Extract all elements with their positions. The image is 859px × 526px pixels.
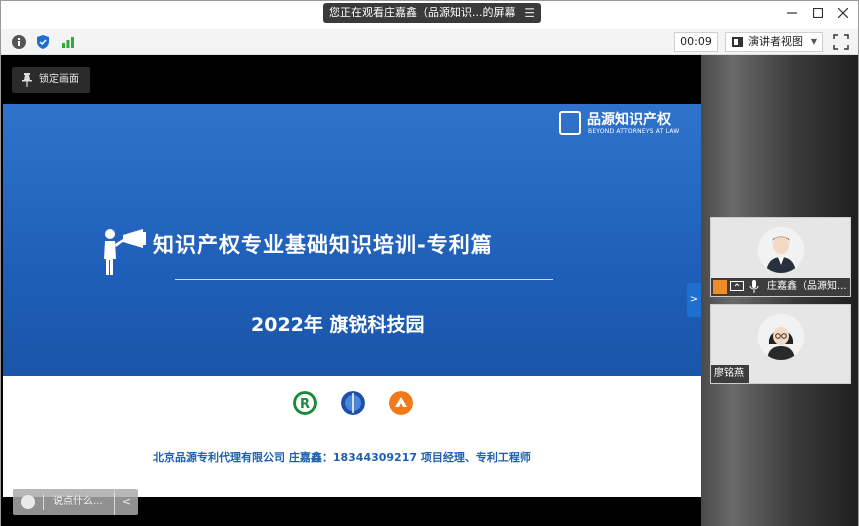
logo-mark-icon <box>559 111 581 135</box>
emoji-icon[interactable] <box>21 495 35 509</box>
meeting-timer: 00:09 <box>674 32 718 52</box>
collapse-panel-button[interactable]: > <box>687 283 701 317</box>
close-button[interactable] <box>833 5 853 25</box>
lock-view-button[interactable]: 锁定画面 <box>12 67 90 93</box>
comment-divider <box>43 494 44 510</box>
meeting-window: 您正在观看庄嘉鑫（品源知识...的屏幕 ☰ 00:09 演讲者视图 ▼ 锁定画面… <box>0 0 859 526</box>
partner-logos: R <box>293 391 423 419</box>
info-icon[interactable] <box>11 34 27 50</box>
shield-icon[interactable] <box>35 34 51 50</box>
maximize-button[interactable] <box>808 5 828 25</box>
avatar <box>758 314 804 360</box>
participant-name-strip: 廖铭燕 <box>711 365 749 383</box>
title-divider <box>175 279 553 280</box>
slide-header-band: 品源知识产权 BEYOND ATTORNEYS AT LAW 知识产权专业基础知… <box>3 104 701 376</box>
r-logo-icon: R <box>293 391 317 415</box>
pin-icon <box>22 73 32 87</box>
sharing-text: 您正在观看庄嘉鑫（品源知识...的屏幕 <box>329 6 516 19</box>
slide-title: 知识产权专业基础知识培训-专利篇 <box>153 233 493 257</box>
host-icon <box>713 280 727 294</box>
participant-name-strip: 庄嘉鑫（品源知... <box>711 278 850 296</box>
participant-name: 庄嘉鑫（品源知... <box>767 281 847 292</box>
participant-tile[interactable]: 庄嘉鑫（品源知... <box>710 217 851 297</box>
minimize-button[interactable] <box>782 5 802 25</box>
presenter-figure-icon <box>104 229 146 275</box>
minimize-icon <box>787 12 797 14</box>
fullscreen-icon[interactable] <box>833 34 849 50</box>
arrow-logo-icon <box>389 391 413 415</box>
maximize-icon <box>812 7 824 19</box>
toolbar: 00:09 演讲者视图 ▼ <box>1 29 858 55</box>
slide-subtitle: 2022年 旗锐科技园 <box>251 314 425 336</box>
avatar <box>758 227 804 273</box>
presentation-slide: 品源知识产权 BEYOND ATTORNEYS AT LAW 知识产权专业基础知… <box>3 104 701 497</box>
sharing-indicator[interactable]: 您正在观看庄嘉鑫（品源知识...的屏幕 ☰ <box>323 3 541 23</box>
company-logo: 品源知识产权 BEYOND ATTORNEYS AT LAW <box>559 108 689 138</box>
comment-input[interactable]: 说点什么... < <box>13 489 138 515</box>
globe-logo-icon <box>341 391 365 415</box>
participant-name: 廖铭燕 <box>714 368 744 379</box>
chevron-right-icon: > <box>689 294 699 305</box>
close-icon <box>837 7 849 19</box>
layout-icon <box>732 37 743 47</box>
view-mode-label: 演讲者视图 <box>748 35 803 48</box>
screen-share-icon <box>730 281 744 291</box>
svg-text:R: R <box>300 397 310 412</box>
chevron-left-icon[interactable]: < <box>114 489 138 515</box>
list-icon[interactable]: ☰ <box>524 3 535 23</box>
logo-english-text: BEYOND ATTORNEYS AT LAW <box>588 128 680 135</box>
view-mode-dropdown[interactable]: 演讲者视图 ▼ <box>725 32 823 52</box>
chevron-down-icon: ▼ <box>810 37 817 46</box>
participant-tile[interactable]: 廖铭燕 <box>710 304 851 384</box>
title-bar: 您正在观看庄嘉鑫（品源知识...的屏幕 ☰ <box>1 1 858 29</box>
signal-icon[interactable] <box>60 34 76 50</box>
lock-view-label: 锁定画面 <box>39 74 79 85</box>
comment-placeholder: 说点什么... <box>53 496 103 507</box>
logo-chinese-text: 品源知识产权 <box>587 112 671 128</box>
microphone-icon <box>749 280 759 293</box>
company-contact-line: 北京品源专利代理有限公司 庄嘉鑫：18344309217 项目经理、专利工程师 <box>153 451 531 464</box>
shared-screen-area: 锁定画面 品源知识产权 BEYOND ATTORNEYS AT LAW 知识产权… <box>1 55 701 526</box>
